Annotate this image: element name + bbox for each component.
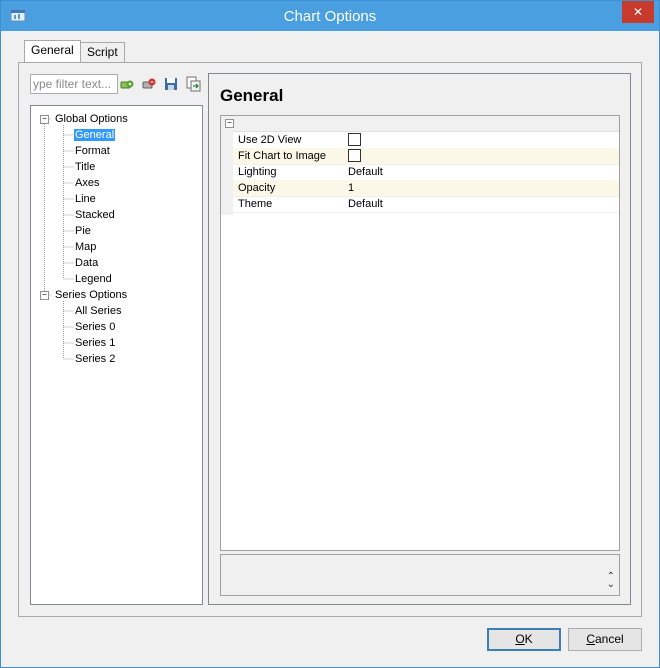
tree-item-title[interactable]: Title [75,159,95,175]
add-icon[interactable] [119,76,135,92]
window-title: Chart Options [283,8,377,25]
tree-node-global-options[interactable]: Global Options [55,111,128,127]
close-button[interactable]: ✕ [622,1,654,23]
tree-item-map[interactable]: Map [75,239,96,255]
tree-item-all-series[interactable]: All Series [75,303,121,319]
tree-item-series-1[interactable]: Series 1 [75,335,115,351]
tree-item-stacked[interactable]: Stacked [75,207,115,223]
remove-icon[interactable] [141,76,157,92]
scroll-down-icon[interactable]: ⌄ [607,580,615,590]
tab-script[interactable]: Script [80,42,125,62]
property-name: Use 2D View [238,134,302,146]
ok-button[interactable]: OK [487,628,561,651]
category-expander[interactable]: − [225,119,234,128]
fit-chart-checkbox[interactable] [348,149,361,162]
cancel-label-rest: ancel [594,632,624,646]
series-options-expander[interactable]: − [40,291,49,300]
grid-margin [221,131,233,215]
cancel-button[interactable]: Cancel [568,628,642,651]
tree-item-line[interactable]: Line [75,191,96,207]
property-name: Fit Chart to Image [238,150,327,162]
tree-item-legend[interactable]: Legend [75,271,112,287]
import-icon[interactable] [185,76,201,92]
property-row[interactable]: Theme Default [233,196,619,213]
property-name: Lighting [238,166,277,178]
theme-value[interactable]: Default [348,198,383,210]
opacity-value[interactable]: 1 [348,182,354,194]
save-icon[interactable] [163,76,179,92]
tree-node-series-options[interactable]: Series Options [55,287,127,303]
use-2d-view-checkbox[interactable] [348,133,361,146]
tree-item-data[interactable]: Data [75,255,98,271]
ok-label-rest: K [524,632,533,646]
filter-input[interactable]: ype filter text... [30,74,118,94]
property-row[interactable]: Fit Chart to Image [233,148,619,165]
tree-item-series-0[interactable]: Series 0 [75,319,115,335]
property-row[interactable]: Use 2D View [233,132,619,149]
global-options-expander[interactable]: − [40,115,49,124]
description-scroll[interactable]: ⌃ ⌄ [607,572,615,590]
cancel-mnemonic: C [586,632,595,646]
tab-general[interactable]: General [24,40,81,62]
tree-lines [44,118,74,360]
tree-item-label: General [74,129,116,141]
property-category: − [221,116,619,132]
options-tree[interactable]: − Global Options General Format Title Ax… [30,105,203,605]
description-pane: ⌃ ⌄ [220,554,620,596]
lighting-value[interactable]: Default [348,166,383,178]
tree-item-pie[interactable]: Pie [75,223,91,239]
property-row[interactable]: Lighting Default [233,164,619,181]
panel-heading: General [220,86,284,105]
tree-item-series-2[interactable]: Series 2 [75,351,115,367]
tree-item-general[interactable]: General [74,127,116,143]
title-bar[interactable]: Chart Options ✕ [1,1,659,31]
property-name: Theme [238,198,273,210]
tree-item-format[interactable]: Format [75,143,110,159]
property-name: Opacity [238,182,276,194]
property-row[interactable]: Opacity 1 [233,180,619,197]
property-grid[interactable]: − Use 2D View Fit Chart to Image Lightin… [220,115,620,551]
tree-item-axes[interactable]: Axes [75,175,99,191]
ok-mnemonic: O [515,632,525,646]
